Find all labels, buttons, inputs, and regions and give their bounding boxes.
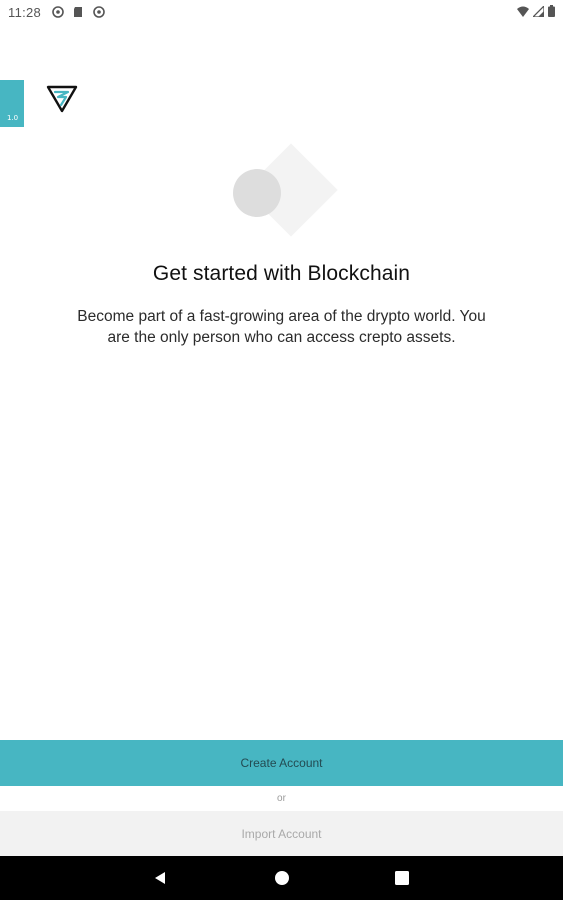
system-navigation-bar (0, 856, 563, 900)
sync-icon (93, 6, 105, 18)
sync-icon (52, 6, 64, 18)
version-label: 1.0 (7, 114, 19, 122)
or-separator: or (277, 793, 286, 804)
onboarding-description: Become part of a fast-growing area of th… (50, 306, 513, 348)
description-line: Become part of a fast-growing area of th… (77, 308, 486, 325)
home-icon[interactable] (270, 866, 294, 890)
back-icon[interactable] (148, 866, 172, 890)
recents-icon[interactable] (390, 866, 414, 890)
wifi-icon (517, 6, 529, 17)
signal-icon (533, 5, 544, 17)
onboarding-illustration (233, 143, 338, 237)
status-bar: 11:28 (0, 0, 563, 24)
sd-card-icon (74, 7, 82, 17)
triangle-s-logo-icon (46, 85, 78, 113)
status-indicators (517, 5, 555, 17)
battery-icon (548, 5, 555, 17)
description-line: are the only person who can access crept… (107, 329, 456, 346)
import-account-button[interactable]: Import Account (0, 811, 563, 856)
onboarding-title: Get started with Blockchain (152, 262, 411, 285)
status-time: 11:28 (8, 5, 42, 20)
create-account-button[interactable]: Create Account (0, 740, 563, 786)
version-tab[interactable]: 1.0 (0, 80, 24, 127)
